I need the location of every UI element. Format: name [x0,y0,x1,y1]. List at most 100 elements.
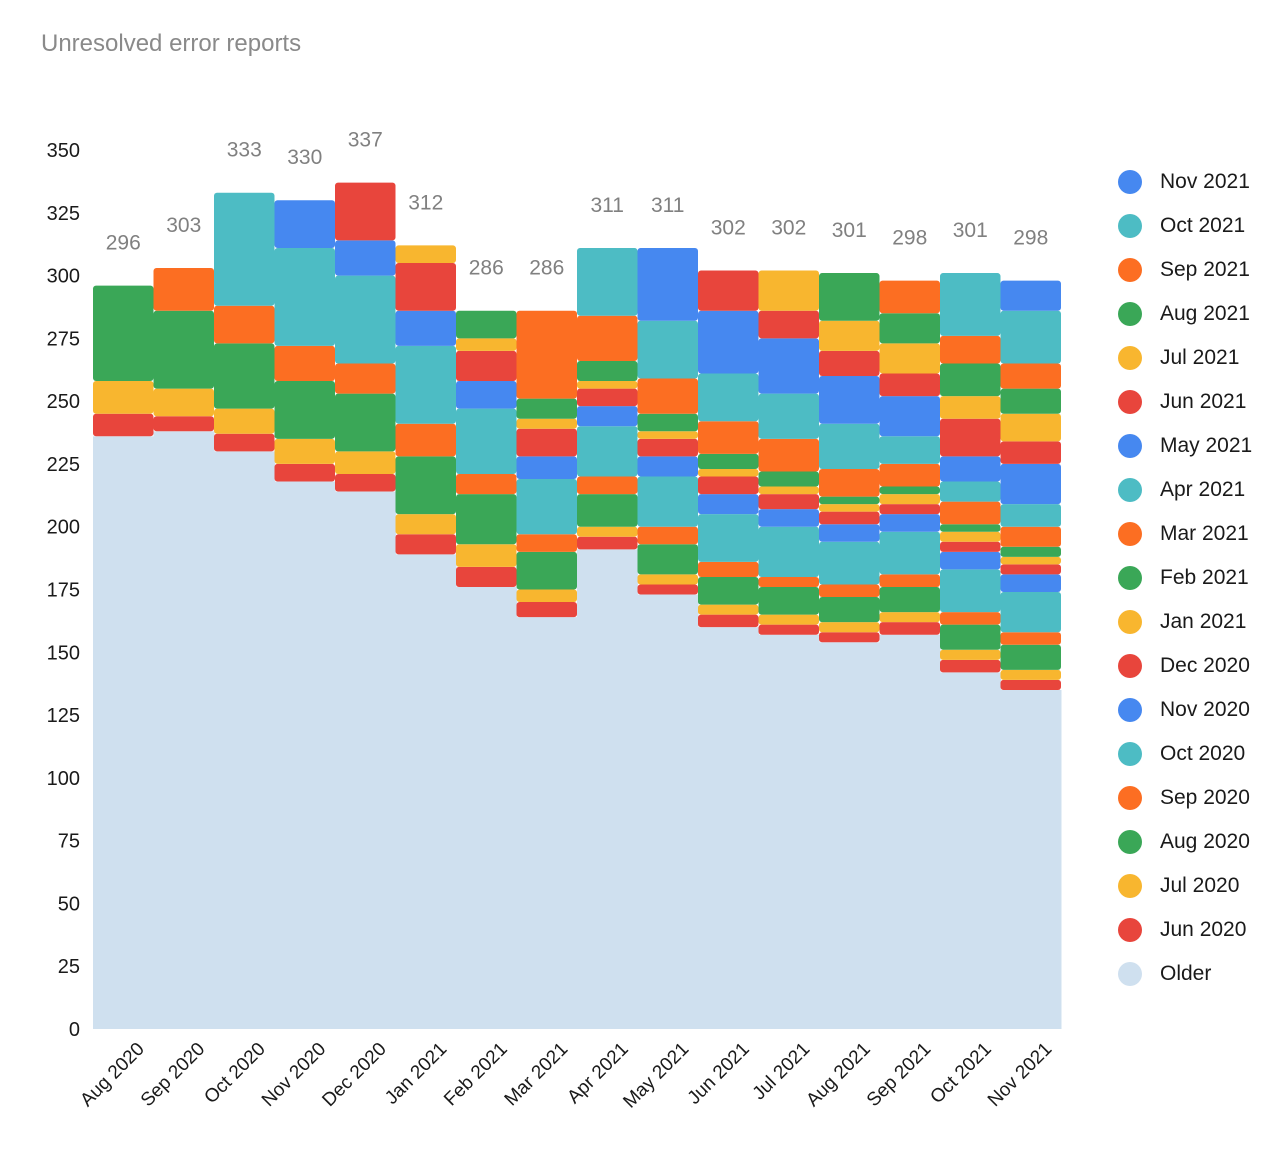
segment-jul-2020-at-mar-2021 [516,589,577,603]
segment-jul-2020-at-jun-2021 [698,604,759,615]
legend-item[interactable]: Jun 2020 [1118,908,1252,952]
legend-item[interactable]: Mar 2021 [1118,512,1252,556]
x-tick-label: Aug 2021 [802,1039,874,1111]
segment-aug-2020-at-may-2021 [637,544,698,575]
legend-item[interactable]: Jul 2021 [1118,336,1252,380]
segment-apr-2021-at-jun-2021 [698,373,759,422]
segment-sep-2021-at-oct-2021 [940,335,1001,364]
legend-swatch-icon [1118,786,1142,810]
legend-item[interactable]: Aug 2020 [1118,820,1252,864]
segment-jul-2021-at-oct-2021 [940,396,1001,419]
segment-sep-2020-at-sep-2020 [153,268,214,311]
segment-may-2021-at-sep-2021 [879,396,940,437]
legend-item[interactable]: Oct 2020 [1118,732,1252,776]
segment-jan-2021-at-apr-2021 [577,381,638,389]
total-data-label: 330 [287,146,322,169]
segment-jun-2020-at-sep-2020 [153,416,214,432]
legend-item[interactable]: Sep 2021 [1118,248,1252,292]
legend-item[interactable]: Feb 2021 [1118,556,1252,600]
segment-jan-2021-at-jan-2021 [395,245,456,264]
legend-item[interactable]: Older [1118,952,1252,996]
segment-mar-2021-at-sep-2021 [879,463,940,487]
legend-item[interactable]: Aug 2021 [1118,292,1252,336]
segment-jul-2021-at-sep-2021 [879,343,940,374]
segment-jul-2020-at-feb-2021 [456,544,517,567]
y-tick-label: 100 [47,768,80,790]
segment-aug-2021-at-aug-2021 [819,273,880,321]
segment-aug-2020-at-jun-2021 [698,576,759,605]
segment-oct-2020-at-nov-2020 [274,247,335,346]
legend-item[interactable]: Jul 2020 [1118,864,1252,908]
y-tick-label: 175 [47,580,80,602]
segment-jun-2020-at-may-2021 [637,584,698,595]
legend-item[interactable]: Jan 2021 [1118,600,1252,644]
total-data-label: 333 [227,139,262,162]
segment-sep-2020-at-oct-2021 [940,612,1001,625]
segment-aug-2020-at-aug-2020 [93,285,154,382]
legend-swatch-icon [1118,654,1142,678]
legend-item[interactable]: Sep 2020 [1118,776,1252,820]
segment-sep-2020-at-jul-2021 [758,576,819,587]
segment-jul-2020-at-jan-2021 [395,514,456,535]
segment-jul-2020-at-dec-2020 [335,451,396,474]
segment-nov-2020-at-feb-2021 [456,381,517,409]
segment-dec-2020-at-mar-2021 [516,428,577,457]
segment-feb-2021-at-feb-2021 [456,310,517,339]
legend-item[interactable]: Oct 2021 [1118,204,1252,248]
segment-jun-2021-at-aug-2021 [819,350,880,377]
segment-jul-2020-at-jul-2021 [758,614,819,625]
segment-apr-2021-at-jul-2021 [758,393,819,439]
segment-older-at-oct-2020 [214,451,275,1029]
segment-feb-2021-at-apr-2021 [577,360,638,382]
segment-aug-2020-at-dec-2020 [335,393,396,452]
legend-item[interactable]: Nov 2020 [1118,688,1252,732]
segment-feb-2021-at-nov-2021 [1000,546,1061,557]
segment-mar-2021-at-may-2021 [637,378,698,414]
segment-dec-2020-at-jun-2021 [698,476,759,495]
total-data-label: 301 [832,219,867,242]
legend-swatch-icon [1118,742,1142,766]
segment-older-at-nov-2021 [1000,689,1062,1029]
segment-jul-2020-at-may-2021 [637,574,698,585]
segment-jun-2020-at-feb-2021 [456,566,517,587]
segment-may-2021-at-oct-2021 [940,456,1001,482]
total-data-label: 286 [469,257,504,280]
segment-nov-2020-at-sep-2021 [879,514,940,532]
legend-label: Nov 2020 [1160,698,1250,721]
legend-item[interactable]: Apr 2021 [1118,468,1252,512]
segment-apr-2021-at-may-2021 [637,320,698,379]
x-tick-label: Feb 2021 [440,1039,512,1111]
legend-label: Jan 2021 [1160,610,1247,633]
segment-jun-2021-at-oct-2021 [940,418,1001,457]
segment-sep-2021-at-sep-2021 [879,280,940,314]
legend-item[interactable]: Dec 2020 [1118,644,1252,688]
segment-oct-2020-at-jan-2021 [395,345,456,424]
legend-item[interactable]: May 2021 [1118,424,1252,468]
segment-jun-2020-at-jan-2021 [395,534,456,555]
segment-mar-2021-at-nov-2021 [1000,526,1061,547]
x-tick-label: Aug 2020 [76,1039,148,1111]
segment-sep-2020-at-sep-2021 [879,574,940,587]
y-tick-label: 325 [47,203,80,225]
legend-swatch-icon [1118,830,1142,854]
legend-label: Oct 2020 [1160,742,1246,765]
segment-jul-2021-at-aug-2021 [819,320,880,351]
segment-older-at-may-2021 [637,594,699,1029]
segment-dec-2020-at-aug-2021 [819,511,880,525]
y-tick-label: 225 [47,454,80,476]
total-data-label: 296 [106,232,141,255]
segment-older-at-jul-2021 [758,634,820,1029]
segment-nov-2020-at-may-2021 [637,456,698,477]
legend-item[interactable]: Nov 2021 [1118,160,1252,204]
segment-older-at-dec-2020 [335,491,396,1029]
legend-label: Jun 2020 [1160,918,1247,941]
legend-item[interactable]: Jun 2021 [1118,380,1252,424]
segment-may-2021-at-jul-2021 [758,338,819,394]
segment-may-2021-at-jun-2021 [698,310,759,374]
legend-label: Dec 2020 [1160,654,1250,677]
segment-older-at-aug-2021 [819,642,880,1029]
segment-mar-2021-at-apr-2021 [577,315,638,361]
segment-sep-2020-at-aug-2021 [819,584,880,598]
segment-jun-2020-at-dec-2020 [335,473,396,492]
segment-feb-2021-at-mar-2021 [516,398,577,419]
